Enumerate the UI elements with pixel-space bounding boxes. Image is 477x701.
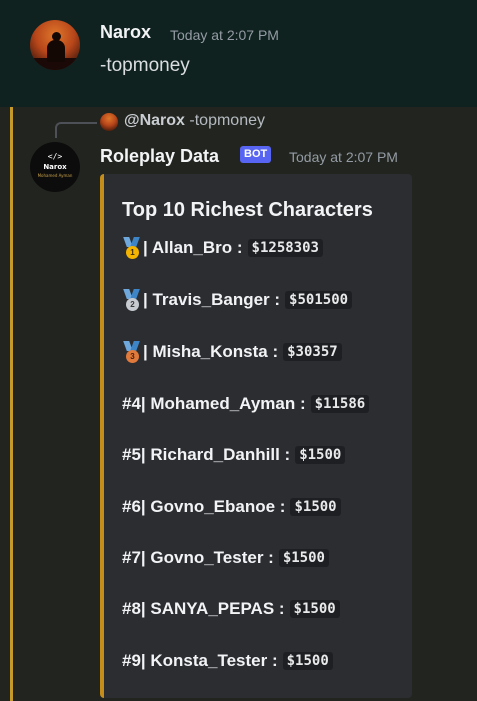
avatar-subtext: Mohamed Ayman: [37, 173, 73, 178]
bot-timestamp: Today at 2:07 PM: [289, 149, 398, 165]
rank-row-8: #8| SANYA_PEPAS : $1500: [122, 596, 340, 622]
reply-author[interactable]: @Narox: [124, 112, 185, 129]
avatar-name: Narox: [43, 163, 67, 171]
rank-row-2: 2 | Travis_Banger : $501500: [122, 287, 353, 313]
rank-row-6: #6| Govno_Ebanoe : $1500: [122, 494, 341, 520]
silver-medal-icon: 2: [122, 288, 142, 312]
embed-title: Top 10 Richest Characters: [122, 199, 373, 221]
rank-label: #8| SANYA_PEPAS :: [122, 599, 285, 618]
rank-row-5: #5| Richard_Danhill : $1500: [122, 442, 346, 468]
message-timestamp: Today at 2:07 PM: [170, 27, 279, 43]
rank-row-3: 3 | Misha_Konsta : $30357: [122, 339, 342, 365]
reply-preview[interactable]: @Narox -topmoney: [124, 112, 265, 130]
reply-spine: [55, 122, 97, 138]
rank-label: #5| Richard_Danhill :: [122, 445, 291, 464]
rank-label: #6| Govno_Ebanoe :: [122, 497, 286, 516]
message-author[interactable]: Narox: [100, 22, 151, 43]
money-amount: $1500: [289, 600, 340, 618]
money-amount: $501500: [285, 291, 353, 309]
bot-author[interactable]: Roleplay Data: [100, 146, 219, 167]
rank-label: | Misha_Konsta :: [143, 342, 279, 361]
bronze-medal-icon: 3: [122, 340, 142, 364]
money-amount: $11586: [310, 395, 370, 413]
mention-highlight-bar: [10, 107, 13, 701]
money-amount: $1500: [290, 498, 341, 516]
rank-label: | Travis_Banger :: [143, 290, 281, 309]
bot-avatar[interactable]: </> Narox Mohamed Ayman: [30, 142, 80, 192]
rank-row-1: 1 | Allan_Bro : $1258303: [122, 235, 323, 261]
money-amount: $1258303: [247, 239, 323, 257]
embed-accent-bar: [100, 174, 104, 698]
rank-row-9: #9| Konsta_Tester : $1500: [122, 648, 333, 674]
gold-medal-icon: 1: [122, 236, 142, 260]
avatar-figure-head: [52, 32, 61, 41]
reply-avatar[interactable]: [100, 113, 118, 131]
rank-label: #7| Govno_Tester :: [122, 548, 274, 567]
embed: Top 10 Richest Characters 1 | Allan_Bro …: [100, 174, 412, 698]
money-amount: $1500: [278, 549, 329, 567]
money-amount: $30357: [283, 343, 342, 361]
avatar-code-icon: </>: [47, 152, 63, 161]
rank-row-4: #4| Mohamed_Ayman : $11586: [122, 391, 370, 417]
money-amount: $1500: [282, 652, 333, 670]
reply-content: -topmoney: [189, 112, 265, 129]
rank-label: #9| Konsta_Tester :: [122, 651, 278, 670]
avatar-figure-body: [47, 40, 65, 62]
message-narox: Narox Today at 2:07 PM -topmoney: [0, 0, 477, 107]
rank-label: #4| Mohamed_Ayman :: [122, 394, 306, 413]
user-avatar[interactable]: [30, 20, 80, 70]
money-amount: $1500: [295, 446, 346, 464]
rank-label: | Allan_Bro :: [143, 238, 243, 257]
bot-badge: BOT: [240, 146, 272, 163]
rank-row-7: #7| Govno_Tester : $1500: [122, 545, 329, 571]
message-content: -topmoney: [100, 55, 190, 76]
